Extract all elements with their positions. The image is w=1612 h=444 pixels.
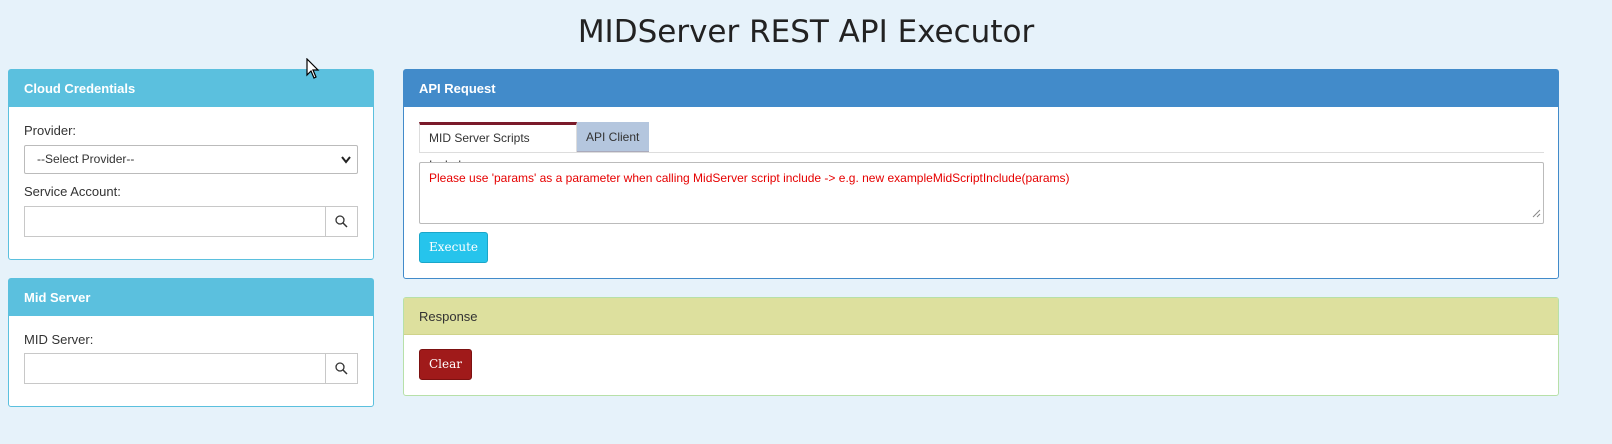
tab-api-client[interactable]: API Client xyxy=(577,122,649,152)
response-heading: Response xyxy=(404,298,1558,335)
script-textarea[interactable]: Please use 'params' as a parameter when … xyxy=(419,162,1544,224)
mid-server-input[interactable] xyxy=(24,353,326,384)
service-account-label: Service Account: xyxy=(24,184,121,199)
service-account-input[interactable] xyxy=(24,206,326,237)
cloud-credentials-panel: Cloud Credentials Provider: --Select Pro… xyxy=(8,69,374,260)
provider-select[interactable]: --Select Provider-- xyxy=(24,145,358,174)
tab-mid-server-scripts-include[interactable]: MID Server Scripts Include xyxy=(419,122,577,172)
provider-selected-value: --Select Provider-- xyxy=(37,152,135,166)
mid-server-label: MID Server: xyxy=(24,332,94,347)
chevron-down-icon xyxy=(341,146,351,183)
provider-label: Provider: xyxy=(24,123,77,138)
clear-button[interactable]: Clear xyxy=(419,349,473,380)
api-request-tabs: MID Server Scripts Include API Client xyxy=(419,122,1544,172)
execute-button[interactable]: Execute xyxy=(419,232,489,263)
mouse-cursor-icon xyxy=(306,57,320,85)
service-account-search-button[interactable] xyxy=(325,206,358,237)
resize-grip-icon[interactable] xyxy=(1532,209,1541,221)
mid-server-heading: Mid Server xyxy=(9,279,373,316)
service-account-input-group xyxy=(24,206,358,237)
response-panel: Response Clear xyxy=(403,297,1559,396)
api-request-panel: API Request MID Server Scripts Include A… xyxy=(403,69,1559,279)
script-hint-text: Please use 'params' as a parameter when … xyxy=(429,171,1070,185)
api-request-heading: API Request xyxy=(404,70,1558,107)
search-icon xyxy=(335,215,348,228)
mid-server-search-button[interactable] xyxy=(325,353,358,384)
mid-server-panel: Mid Server MID Server: xyxy=(8,278,374,407)
page-title: MIDServer REST API Executor xyxy=(577,14,1035,50)
search-icon xyxy=(335,362,348,375)
mid-server-input-group xyxy=(24,353,358,384)
